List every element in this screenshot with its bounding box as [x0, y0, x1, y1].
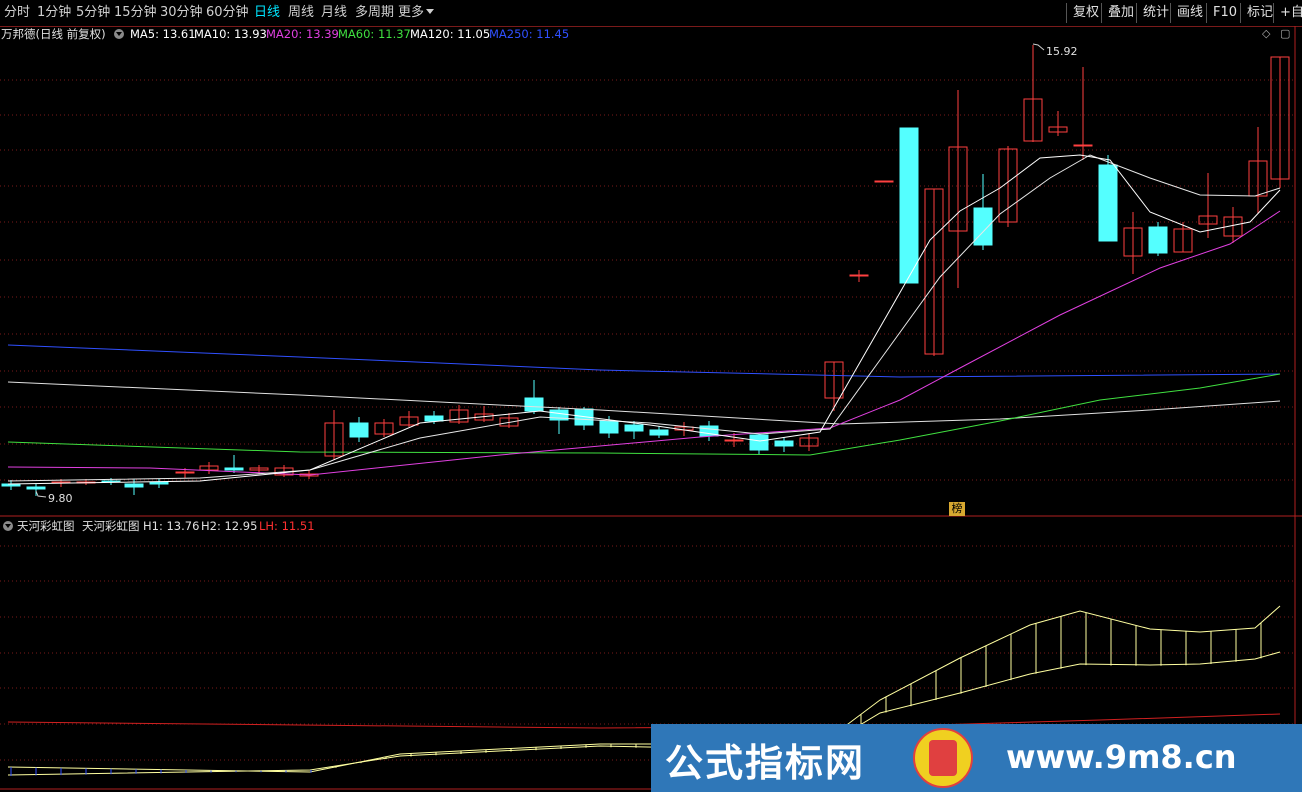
indicator-h1: H1: 13.76	[143, 519, 200, 533]
candle-body	[224, 467, 244, 471]
candle-body	[849, 274, 869, 277]
indicator-lh: LH: 11.51	[259, 519, 315, 533]
low-price-pointer	[35, 490, 47, 498]
indicator-h2: H2: 12.95	[201, 519, 258, 533]
low-price-label: 9.80	[48, 492, 73, 505]
indicator-name[interactable]: 天河彩虹图	[17, 518, 75, 534]
candle-body	[749, 434, 769, 451]
candle-body	[973, 207, 993, 246]
candle-body	[624, 424, 644, 432]
candle-body	[649, 429, 669, 436]
ma120-line	[7, 381, 1281, 425]
candle-body	[774, 440, 794, 447]
candle-body	[724, 439, 744, 442]
candle-body	[899, 127, 919, 284]
candle-body	[1073, 144, 1093, 147]
ma60-line	[7, 373, 1281, 456]
sub-settings-icon[interactable]	[3, 521, 13, 531]
candle-body	[1148, 226, 1168, 254]
candle-body	[149, 481, 169, 485]
candle-body	[599, 420, 619, 434]
ma5-line	[7, 154, 1281, 485]
candle-body	[1098, 164, 1118, 242]
candle-body	[524, 397, 544, 412]
ma20-line	[7, 210, 1281, 476]
high-price-label: 15.92	[1046, 45, 1078, 58]
candle-body	[124, 483, 144, 488]
candle-body	[424, 415, 444, 422]
watermark-logo-icon	[913, 728, 973, 788]
candle-body	[175, 471, 195, 474]
candle-body	[26, 486, 46, 490]
ma250-line	[7, 344, 1281, 378]
watermark-url: www.9m8.cn	[1006, 738, 1237, 776]
candle-body	[349, 422, 369, 438]
ma10-line	[7, 154, 1281, 482]
watermark-banner: 公式指标网 www.9m8.cn	[651, 724, 1302, 792]
sub-chart-legend: 天河彩虹图 天河彩虹图 H1: 13.76 H2: 12.95 LH: 11.5…	[0, 518, 1302, 534]
watermark-text: 公式指标网	[665, 741, 866, 785]
indicator-title: 天河彩虹图	[82, 519, 140, 533]
ranking-badge[interactable]: 榜	[949, 502, 965, 516]
high-price-pointer	[1032, 43, 1045, 51]
candle-body	[874, 180, 894, 183]
kline-chart[interactable]: 15.92 9.80	[0, 0, 1302, 792]
